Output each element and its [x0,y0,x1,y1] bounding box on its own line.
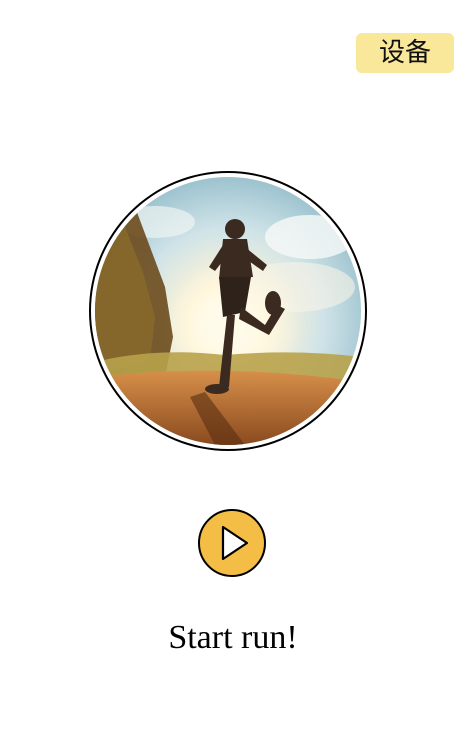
app-screen: 设备 Start run! [0,0,476,730]
runner-photo [95,177,361,445]
play-button[interactable] [198,509,266,577]
start-run-label: Start run! [168,619,298,656]
device-button[interactable]: 设备 [356,33,454,73]
play-icon [221,525,249,561]
